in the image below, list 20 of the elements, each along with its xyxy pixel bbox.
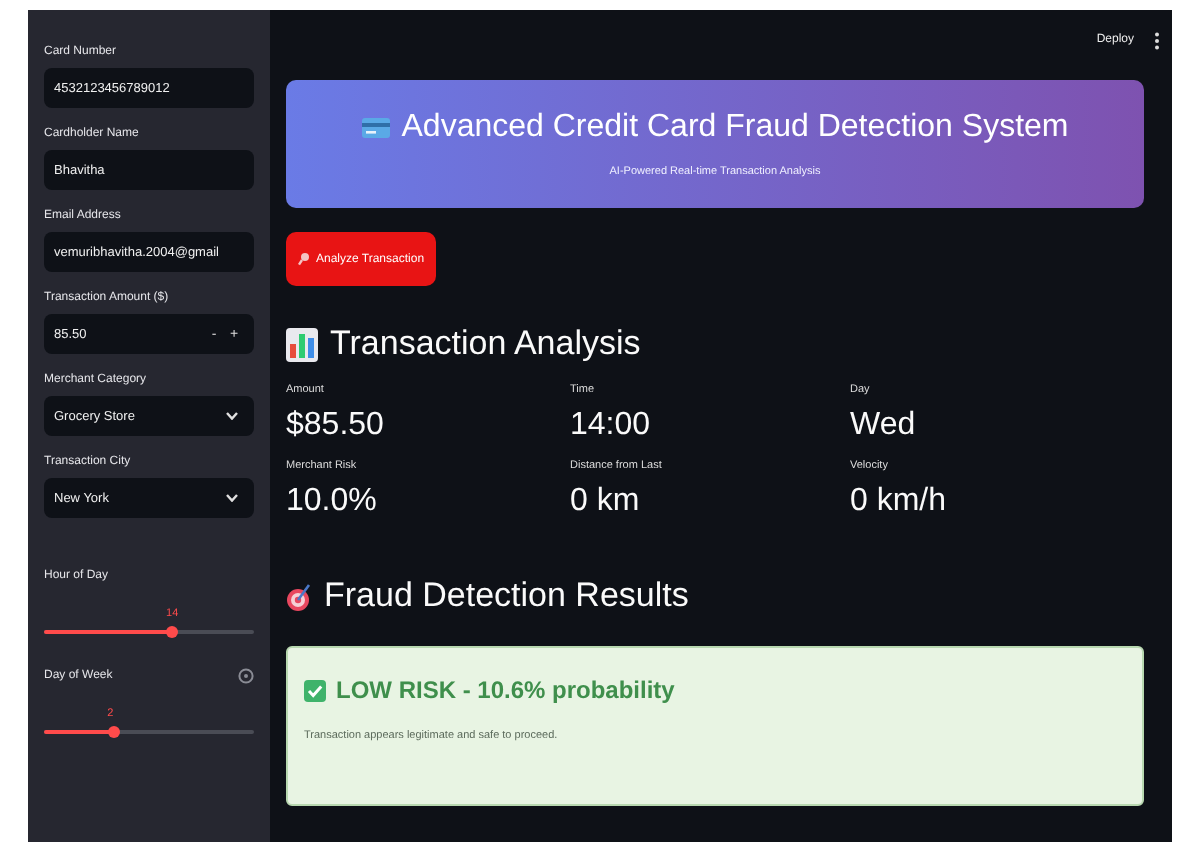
metric-value: $85.50 bbox=[286, 408, 386, 444]
metric-value: 10.0% bbox=[286, 484, 379, 520]
metric-value: Wed bbox=[850, 408, 918, 444]
target-icon bbox=[286, 581, 312, 611]
menu-icon bbox=[1154, 31, 1160, 49]
slider-thumb[interactable] bbox=[166, 626, 179, 638]
slider-thumb[interactable] bbox=[107, 726, 120, 738]
banner-title: Advanced Credit Card Fraud Detection System bbox=[401, 110, 1069, 146]
credit-card-icon bbox=[361, 118, 390, 138]
section-heading: Transaction Analysis bbox=[330, 324, 641, 364]
chevron-icon bbox=[226, 494, 238, 502]
chevron-icon bbox=[226, 412, 238, 420]
search-icon bbox=[298, 252, 310, 266]
bar-chart-icon bbox=[286, 327, 318, 361]
result-title: LOW RISK - 10.6% probability bbox=[336, 676, 675, 704]
metric-value: 14:00 bbox=[570, 408, 653, 444]
check-icon bbox=[304, 679, 326, 701]
metric-value: 0 km/h bbox=[850, 484, 949, 520]
metric-value: 0 km bbox=[570, 484, 642, 520]
section-heading: Fraud Detection Results bbox=[324, 576, 689, 616]
